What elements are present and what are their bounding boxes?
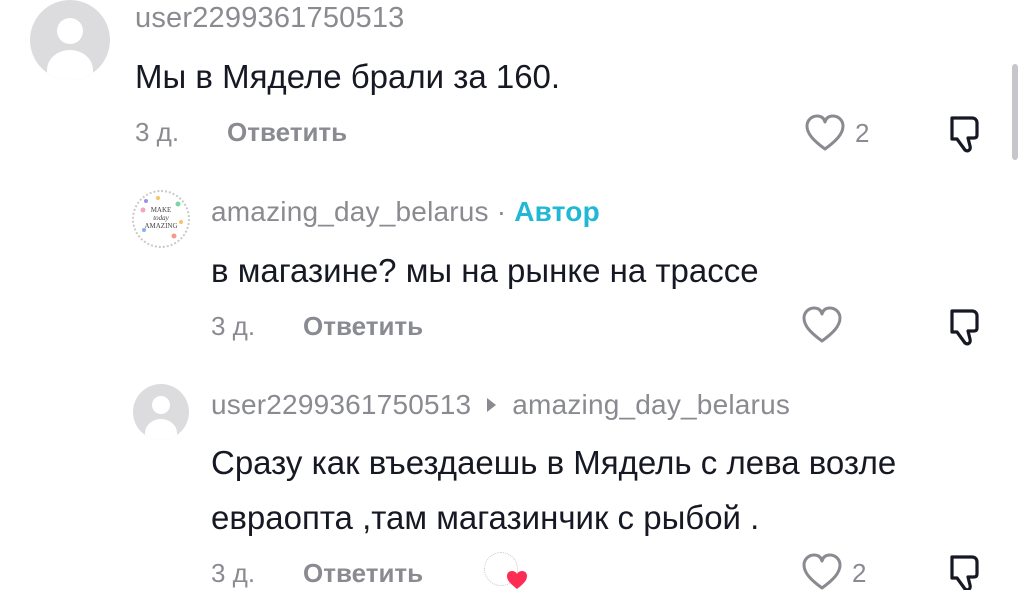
reply-button[interactable]: Ответить — [227, 117, 347, 148]
thumbs-down-icon[interactable] — [944, 552, 986, 590]
avatar[interactable] — [30, 0, 110, 80]
red-heart-icon — [507, 571, 527, 589]
separator-dot: · — [496, 196, 507, 227]
comment-age: 3 д. — [211, 311, 256, 341]
author-avatar[interactable]: MAKE today AMAZING — [132, 190, 190, 248]
comment-username[interactable]: amazing_day_belarus — [211, 196, 489, 227]
like-count: 2 — [852, 558, 867, 588]
avatar-text: today — [153, 214, 169, 222]
scrollbar[interactable] — [1012, 64, 1018, 160]
comment-text-line: Сразу как въездаешь в Мядель с лева возл… — [211, 444, 897, 481]
heart-outline-icon[interactable] — [801, 553, 843, 590]
thumbs-down-icon[interactable] — [944, 113, 986, 155]
comment-username[interactable]: user2299361750513 — [211, 389, 471, 420]
heart-outline-icon[interactable] — [804, 114, 846, 152]
avatar-head-shape — [152, 396, 170, 414]
reply-button[interactable]: Ответить — [303, 558, 423, 589]
avatar-text: MAKE — [150, 206, 172, 214]
comment-text-line: евраопта ,там магазинчик с рыбой . — [211, 499, 760, 536]
creator-liked-heart-icon — [484, 552, 528, 590]
avatar[interactable] — [133, 384, 189, 440]
avatar-text: AMAZING — [144, 222, 178, 230]
heart-outline-icon[interactable] — [801, 306, 843, 344]
reply-to-username[interactable]: amazing_day_belarus — [512, 389, 790, 420]
triangle-right-icon — [487, 397, 497, 412]
author-username-row: amazing_day_belarus · Автор — [211, 196, 600, 228]
reply-button[interactable]: Ответить — [303, 311, 423, 342]
thumbs-down-icon[interactable] — [944, 306, 986, 348]
comment-age: 3 д. — [211, 558, 256, 588]
comment-username[interactable]: user2299361750513 — [135, 2, 404, 35]
comment-text: Мы в Мяделе брали за 160. — [135, 58, 561, 95]
comment-text: в магазине? мы на рынке на трассе — [211, 252, 759, 289]
avatar-body-shape — [145, 419, 177, 440]
avatar-body-shape — [47, 50, 93, 80]
like-count: 2 — [855, 118, 870, 148]
comment-age: 3 д. — [135, 117, 180, 147]
avatar-head-shape — [57, 18, 83, 44]
reply-username-row: user2299361750513 amazing_day_belarus — [211, 389, 790, 421]
author-badge: Автор — [514, 196, 600, 227]
